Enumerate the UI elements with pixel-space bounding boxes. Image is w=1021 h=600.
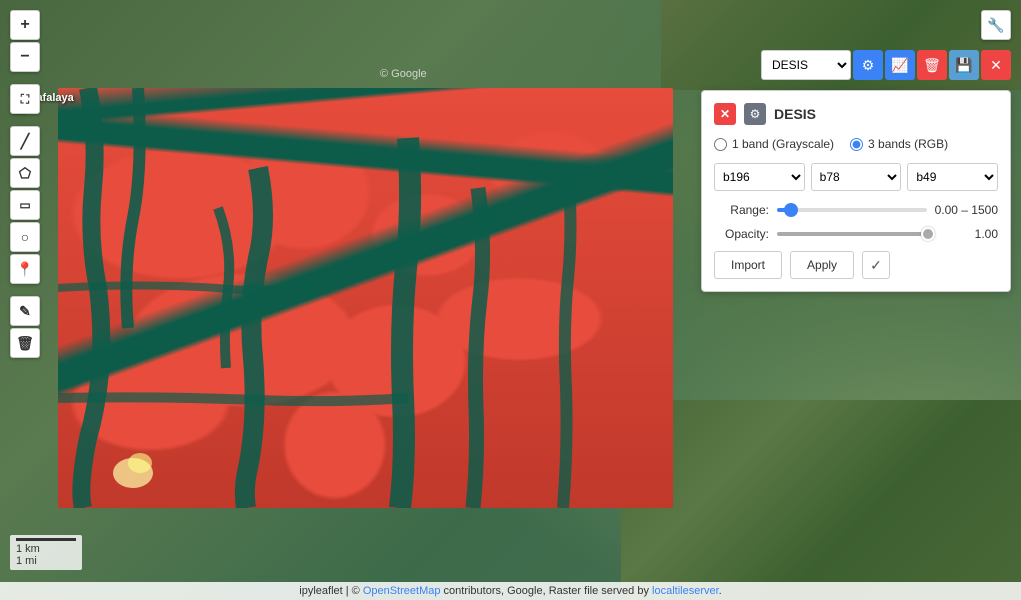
left-toolbar: + − ⛶ ╱ ⬠ ▭ ○ 📍 ✎ 🗑 xyxy=(10,10,40,358)
fullscreen-button[interactable]: ⛶ xyxy=(10,84,40,114)
draw-polygon-button[interactable]: ⬠ xyxy=(10,158,40,188)
scale-bar: 1 km 1 mi xyxy=(10,535,82,570)
red-band-select[interactable]: b196 b78 b49 b1 xyxy=(714,163,805,191)
opacity-control-row: Opacity: 1.00 xyxy=(714,227,998,241)
rgb-label: 3 bands (RGB) xyxy=(868,137,948,151)
scale-km-label: 1 km xyxy=(16,543,76,555)
wrench-button[interactable]: 🔧 xyxy=(981,10,1011,40)
osm-link[interactable]: OpenStreetMap xyxy=(363,585,441,597)
range-slider[interactable] xyxy=(777,208,927,212)
range-control-row: Range: 0.00 – 1500 xyxy=(714,203,998,217)
draw-line-button[interactable]: ╱ xyxy=(10,126,40,156)
google-watermark: © Google xyxy=(380,68,427,80)
panel-close-button[interactable]: ✕ xyxy=(714,103,736,125)
layer-control-bar: DESIS ⚙ 📈 🗑 💾 ✕ xyxy=(761,50,1011,80)
rgb-radio[interactable] xyxy=(850,138,863,151)
band-selects-row: b196 b78 b49 b1 b78 b196 b49 b1 b49 b78 … xyxy=(714,163,998,191)
draw-marker-button[interactable]: 📍 xyxy=(10,254,40,284)
rgb-radio-label[interactable]: 3 bands (RGB) xyxy=(850,137,948,151)
check-button[interactable]: ✓ xyxy=(862,251,890,279)
draw-circle-button[interactable]: ○ xyxy=(10,222,40,252)
range-value: 0.00 – 1500 xyxy=(935,203,998,217)
green-band-select[interactable]: b78 b196 b49 b1 xyxy=(811,163,902,191)
layer-select[interactable]: DESIS xyxy=(761,50,851,80)
grayscale-radio-label[interactable]: 1 band (Grayscale) xyxy=(714,137,834,151)
scale-line-km xyxy=(16,538,76,541)
range-label: Range: xyxy=(714,203,769,217)
bottom-right-terrain xyxy=(621,400,1021,600)
opacity-label: Opacity: xyxy=(714,227,769,241)
attribution-bar: ipyleaflet | © OpenStreetMap contributor… xyxy=(0,582,1021,600)
layer-close-button[interactable]: ✕ xyxy=(981,50,1011,80)
zoom-in-button[interactable]: + xyxy=(10,10,40,40)
layer-trash-button[interactable]: 🗑 xyxy=(917,50,947,80)
edit-button[interactable]: ✎ xyxy=(10,296,40,326)
panel-title: DESIS xyxy=(774,106,816,122)
panel-header: ✕ ⚙ DESIS xyxy=(714,103,998,125)
scale-mi-label: 1 mi xyxy=(16,555,76,567)
localtileserver-link[interactable]: localtileserver xyxy=(652,585,719,597)
settings-panel: ✕ ⚙ DESIS 1 band (Grayscale) 3 bands (RG… xyxy=(701,90,1011,292)
river-channels xyxy=(58,88,673,508)
opacity-value: 1.00 xyxy=(943,227,998,241)
blue-band-select[interactable]: b49 b78 b196 b1 xyxy=(907,163,998,191)
attribution-text: ipyleaflet | © OpenStreetMap contributor… xyxy=(299,585,721,597)
grayscale-radio[interactable] xyxy=(714,138,727,151)
map-container[interactable]: Atchafalayaca © Google + − ⛶ ╱ ⬠ ▭ ○ 📍 ✎… xyxy=(0,0,1021,600)
layer-settings-button[interactable]: ⚙ xyxy=(853,50,883,80)
panel-gear-button[interactable]: ⚙ xyxy=(744,103,766,125)
layer-chart-button[interactable]: 📈 xyxy=(885,50,915,80)
draw-rectangle-button[interactable]: ▭ xyxy=(10,190,40,220)
panel-buttons: Import Apply ✓ xyxy=(714,251,998,279)
opacity-slider[interactable] xyxy=(777,232,935,236)
zoom-out-button[interactable]: − xyxy=(10,42,40,72)
grayscale-label: 1 band (Grayscale) xyxy=(732,137,834,151)
apply-button[interactable]: Apply xyxy=(790,251,854,279)
desis-layer-overlay xyxy=(58,88,673,508)
import-button[interactable]: Import xyxy=(714,251,782,279)
band-mode-selector: 1 band (Grayscale) 3 bands (RGB) xyxy=(714,137,998,151)
delete-button[interactable]: 🗑 xyxy=(10,328,40,358)
layer-save-button[interactable]: 💾 xyxy=(949,50,979,80)
